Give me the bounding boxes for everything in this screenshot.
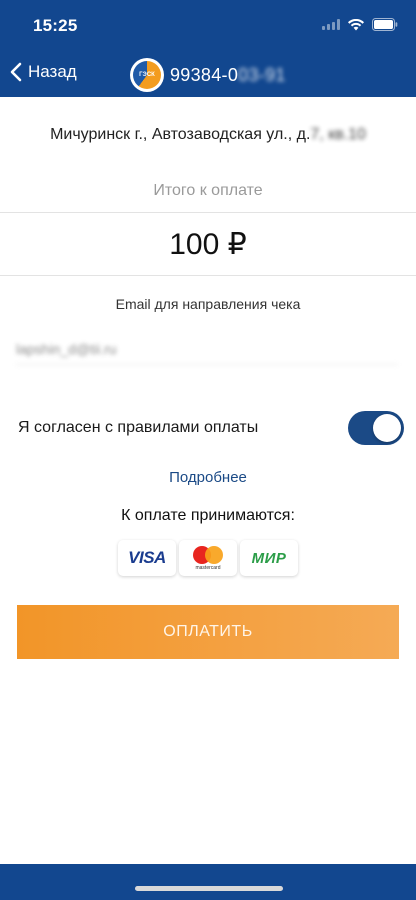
company-logo: ГЭСК [130, 58, 164, 92]
logo-text: ГЭСК [139, 72, 155, 78]
back-button[interactable]: Назад [10, 62, 77, 82]
agreement-text: Я согласен с правилами оплаты [18, 419, 259, 436]
email-label: Email для направления чека [115, 296, 301, 312]
total-label: Итого к оплате [153, 182, 263, 199]
account-number: 99384-003-91 [170, 65, 286, 86]
more-details-link[interactable]: Подробнее [0, 469, 416, 486]
account-number-visible: 99384-0 [170, 64, 239, 85]
divider [0, 275, 416, 276]
account-header: ГЭСК 99384-003-91 [130, 58, 286, 92]
battery-icon [372, 18, 398, 31]
divider [0, 212, 416, 213]
mir-text: МИР [251, 549, 287, 567]
visa-logo: VISA [118, 540, 176, 576]
wifi-icon [348, 18, 364, 31]
pay-button[interactable]: ОПЛАТИТЬ [17, 605, 399, 659]
email-field[interactable] [16, 333, 398, 365]
top-bar: 15:25 Назад ГЭСК 99384-003-91 [0, 0, 416, 97]
accepted-cards-label: К оплате принимаются: [121, 507, 295, 524]
toggle-knob [373, 414, 401, 442]
agreement-row: Я согласен с правилами оплаты [18, 409, 404, 447]
visa-text: VISA [128, 548, 166, 567]
status-icons [322, 18, 398, 31]
bottom-bar [0, 864, 416, 900]
cellular-signal-icon [322, 19, 340, 30]
address: Мичуринск г., Автозаводская ул., д.7, кв… [0, 126, 416, 144]
payment-cards: VISA mastercard МИР [118, 540, 298, 576]
home-indicator[interactable] [135, 886, 283, 891]
payment-amount: 100 ₽ [169, 228, 247, 261]
account-number-hidden: 03-91 [238, 64, 286, 85]
back-label: Назад [28, 62, 77, 81]
mastercard-icon [193, 545, 223, 564]
mastercard-text: mastercard [195, 564, 221, 571]
address-hidden: 7, кв.10 [310, 126, 366, 143]
chevron-left-icon [10, 62, 22, 82]
agreement-toggle[interactable] [348, 411, 404, 445]
status-time: 15:25 [33, 16, 78, 35]
mastercard-logo: mastercard [179, 540, 237, 576]
mir-logo: МИР [240, 540, 298, 576]
address-visible: Мичуринск г., Автозаводская ул., д. [50, 126, 311, 143]
